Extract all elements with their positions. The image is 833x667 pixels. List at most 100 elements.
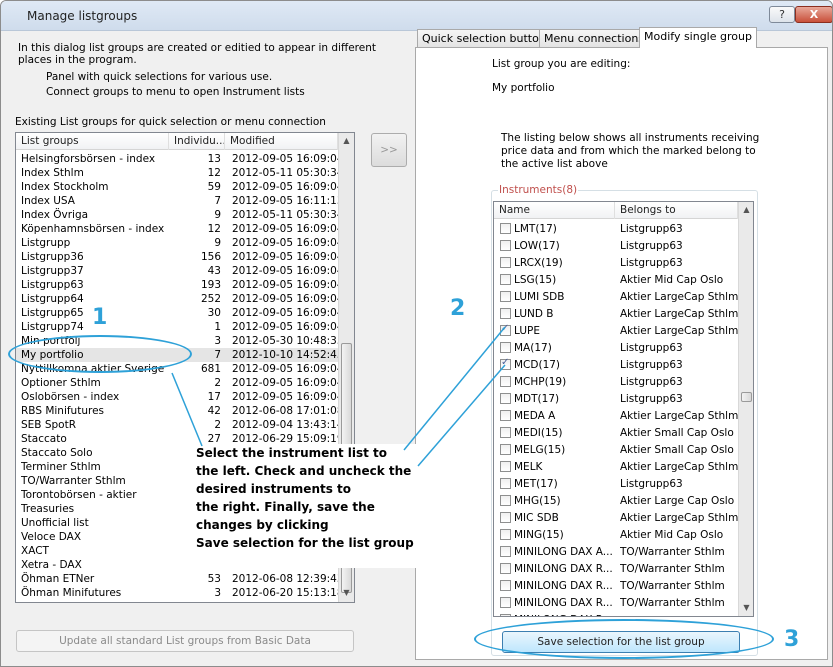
list-group-modified: 2012-09-05 16:09:04 — [232, 153, 338, 165]
instrument-row[interactable]: MA(17) Listgrupp63 — [494, 340, 738, 357]
instrument-row[interactable]: LRCX(19) Listgrupp63 — [494, 255, 738, 272]
list-group-row[interactable]: Index Stockholm 59 2012-09-05 16:09:04 — [16, 180, 338, 194]
instrument-name: MELG(15) — [514, 444, 566, 456]
list-group-row[interactable]: Listgrupp63 193 2012-09-05 16:09:04 — [16, 278, 338, 292]
instrument-row[interactable]: MINILONG DAX R... TO/Warranter Sthlm — [494, 578, 738, 595]
instrument-checkbox[interactable] — [500, 614, 511, 616]
instrument-row[interactable]: MINILONG DAX R... TO/Warranter Sthlm — [494, 595, 738, 612]
instrument-row[interactable]: MELG(15) Aktier Small Cap Oslo — [494, 442, 738, 459]
instrument-row[interactable]: LUND B Aktier LargeCap Sthlm — [494, 306, 738, 323]
instrument-row[interactable]: MEDA A Aktier LargeCap Sthlm — [494, 408, 738, 425]
instrument-name: MELK — [514, 461, 543, 473]
instrument-row[interactable]: MHG(15) Aktier Large Cap Oslo — [494, 493, 738, 510]
list-group-count: 30 — [207, 307, 221, 319]
column-belongs-to[interactable]: Belongs to — [615, 202, 738, 219]
help-button[interactable]: ? — [769, 6, 795, 23]
close-button[interactable]: X — [795, 6, 832, 23]
instrument-row[interactable]: MING(15) Aktier Mid Cap Oslo — [494, 527, 738, 544]
instrument-checkbox[interactable] — [500, 376, 511, 387]
instrument-checkbox[interactable] — [500, 563, 511, 574]
move-right-button[interactable]: >> — [371, 133, 407, 167]
scroll-up-icon[interactable]: ▲ — [339, 133, 354, 149]
instrument-row[interactable]: MDT(17) Listgrupp63 — [494, 391, 738, 408]
instrument-checkbox[interactable] — [500, 357, 511, 370]
instrument-belongs-to: Aktier Mid Cap Oslo — [620, 529, 724, 541]
list-group-row[interactable]: Listgrupp64 252 2012-09-05 16:09:04 — [16, 292, 338, 306]
instrument-row[interactable]: MINILONG DAX A... TO/Warranter Sthlm — [494, 544, 738, 561]
tab-modify-single-group[interactable]: Modify single group — [639, 27, 757, 48]
instrument-checkbox[interactable] — [500, 393, 511, 404]
list-group-row[interactable]: Oslobörsen - index 17 2012-09-05 16:09:04 — [16, 390, 338, 404]
instrument-row[interactable]: MCD(17) Listgrupp63 — [494, 357, 738, 374]
instrument-checkbox[interactable] — [500, 495, 511, 506]
instrument-row[interactable]: MET(17) Listgrupp63 — [494, 476, 738, 493]
list-group-row[interactable]: Listgrupp65 30 2012-09-05 16:09:04 — [16, 306, 338, 320]
list-group-count: 1 — [214, 321, 221, 333]
list-group-row[interactable]: Köpenhamnsbörsen - index 12 2012-09-05 16:… — [16, 222, 338, 236]
instrument-row[interactable]: MEDI(15) Aktier Small Cap Oslo — [494, 425, 738, 442]
update-standard-groups-button[interactable]: Update all standard List groups from Bas… — [16, 630, 354, 652]
column-name[interactable]: Name — [494, 202, 615, 219]
instrument-row[interactable]: MINILONG DAX R... — [494, 612, 738, 616]
list-group-row[interactable]: Helsingforsbörsen - index 13 2012-09-05 16… — [16, 152, 338, 166]
instrument-checkbox[interactable] — [500, 342, 511, 353]
instrument-row[interactable]: MIC SDB Aktier LargeCap Sthlm — [494, 510, 738, 527]
instrument-checkbox[interactable] — [500, 478, 511, 489]
instruments-scrollbar[interactable]: ▲ ▼ — [738, 202, 753, 616]
instrument-name: LUND B — [514, 308, 554, 320]
list-group-row[interactable]: Listgrupp 9 2012-09-05 16:09:04 — [16, 236, 338, 250]
instrument-row[interactable]: MELK Aktier LargeCap Sthlm — [494, 459, 738, 476]
list-group-row[interactable]: SEB SpotR 2 2012-09-04 13:43:14 — [16, 418, 338, 432]
list-group-row[interactable]: Index Sthlm 12 2012-05-11 05:30:34 — [16, 166, 338, 180]
list-group-row[interactable]: Index USA 7 2012-09-05 16:11:13 — [16, 194, 338, 208]
scrollbar-thumb[interactable] — [741, 392, 752, 402]
list-group-row[interactable]: Öhman ETNer 53 2012-06-08 12:39:43 — [16, 572, 338, 586]
column-individuals[interactable]: Individu... — [169, 133, 225, 150]
column-modified[interactable]: Modified — [225, 133, 338, 150]
instrument-row[interactable]: LMT(17) Listgrupp63 — [494, 221, 738, 238]
instrument-checkbox[interactable] — [500, 546, 511, 557]
tab-quick-selection[interactable]: Quick selection buttons — [417, 29, 557, 47]
instrument-row[interactable]: MINILONG DAX R... TO/Warranter Sthlm — [494, 561, 738, 578]
instrument-belongs-to: Listgrupp63 — [620, 223, 683, 235]
scroll-up-icon[interactable]: ▲ — [739, 202, 753, 218]
instrument-row[interactable]: LUPE Aktier LargeCap Sthlm — [494, 323, 738, 340]
scroll-down-icon[interactable]: ▼ — [339, 585, 354, 601]
instrument-checkbox[interactable] — [500, 512, 511, 523]
instruction-line-2: the left. Check and uncheck the — [196, 464, 412, 478]
list-group-row[interactable]: Index Övriga 9 2012-05-11 05:30:34 — [16, 208, 338, 222]
instrument-row[interactable]: LSG(15) Aktier Mid Cap Oslo — [494, 272, 738, 289]
instrument-checkbox[interactable] — [500, 257, 511, 268]
list-group-row[interactable]: Listgrupp37 43 2012-09-05 16:09:04 — [16, 264, 338, 278]
instrument-row[interactable]: LOW(17) Listgrupp63 — [494, 238, 738, 255]
instrument-checkbox[interactable] — [500, 529, 511, 540]
column-list-groups[interactable]: List groups — [16, 133, 169, 150]
instrument-checkbox[interactable] — [500, 444, 511, 455]
tab-menu-connections[interactable]: Menu connections — [539, 29, 650, 47]
instrument-checkbox[interactable] — [500, 410, 511, 421]
instruments-listview[interactable]: Name Belongs to LMT(17) Listgrupp63 LOW(17… — [493, 201, 754, 617]
instrument-checkbox[interactable] — [500, 291, 511, 302]
instrument-checkbox[interactable] — [500, 323, 511, 336]
scroll-down-icon[interactable]: ▼ — [739, 600, 753, 616]
instrument-row[interactable]: MCHP(19) Listgrupp63 — [494, 374, 738, 391]
instruction-line-6: Save selection for the list group — [196, 536, 414, 550]
instrument-checkbox[interactable] — [500, 461, 511, 472]
list-group-row[interactable]: RBS Minifutures 42 2012-06-08 17:01:08 — [16, 404, 338, 418]
instrument-checkbox[interactable] — [500, 240, 511, 251]
instrument-checkbox[interactable] — [500, 580, 511, 591]
list-group-row[interactable]: Listgrupp36 156 2012-09-05 16:09:04 — [16, 250, 338, 264]
list-group-row[interactable]: Öhman Minifutures 3 2012-06-20 15:13:18 — [16, 586, 338, 600]
instrument-checkbox[interactable] — [500, 427, 511, 438]
list-group-modified: 2012-06-08 17:01:08 — [232, 405, 338, 417]
instrument-belongs-to: TO/Warranter Sthlm — [620, 597, 725, 609]
list-group-count: 9 — [214, 237, 221, 249]
list-group-row[interactable]: Listgrupp74 1 2012-09-05 16:09:04 — [16, 320, 338, 334]
instrument-checkbox[interactable] — [500, 597, 511, 608]
instrument-checkbox[interactable] — [500, 274, 511, 285]
instrument-belongs-to: Listgrupp63 — [620, 240, 683, 252]
instrument-row[interactable]: LUMI SDB Aktier LargeCap Sthlm — [494, 289, 738, 306]
list-group-row[interactable]: Optioner Sthlm 2 2012-09-05 16:09:04 — [16, 376, 338, 390]
instrument-checkbox[interactable] — [500, 308, 511, 319]
instrument-checkbox[interactable] — [500, 223, 511, 234]
